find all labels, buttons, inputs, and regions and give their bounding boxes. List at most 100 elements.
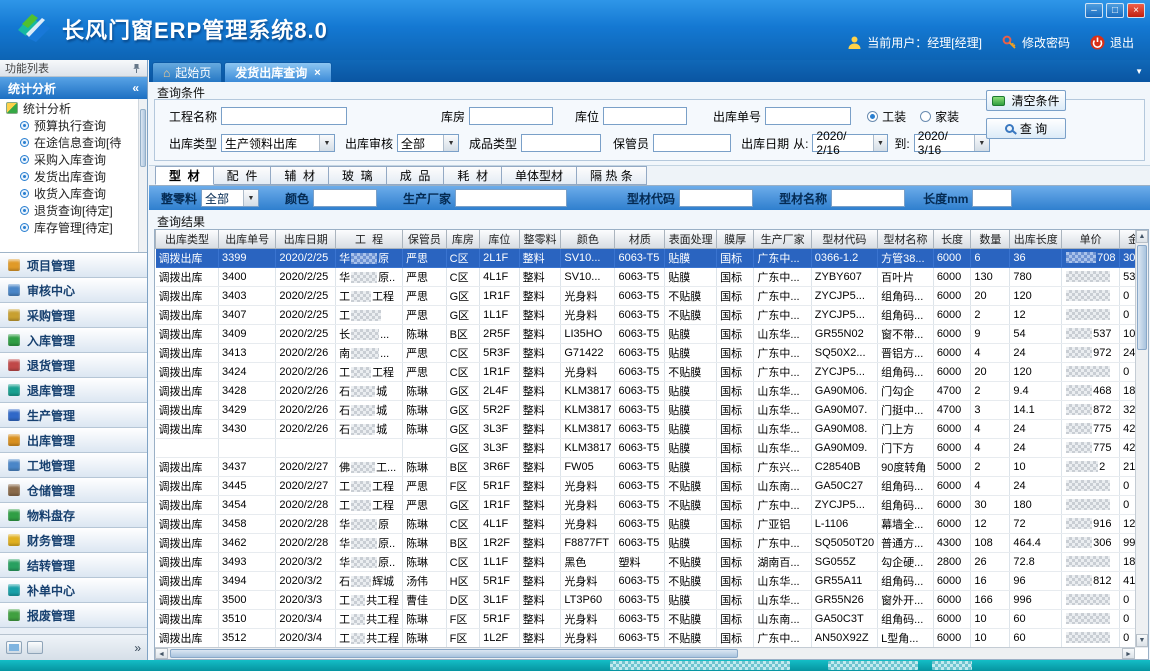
warehouse-input[interactable] xyxy=(469,107,553,125)
tree-item[interactable]: 收货入库查询 xyxy=(0,185,147,202)
sidebar-module-item[interactable]: 结转管理 xyxy=(0,553,147,578)
tree-scrollbar[interactable] xyxy=(138,99,147,252)
column-header[interactable]: 表面处理 xyxy=(665,230,717,248)
maximize-button[interactable]: □ xyxy=(1106,3,1124,18)
column-header[interactable]: 长度 xyxy=(933,230,971,248)
table-row[interactable]: 调拨出库35102020/3/4工共工程陈琳F区5R1F整料光身料6063-T5… xyxy=(156,609,1148,628)
table-row[interactable]: 调拨出库34452020/2/27工工程严思F区5R1F整料光身料6063-T5… xyxy=(156,476,1148,495)
tree-item[interactable]: 在途信息查询[待 xyxy=(0,134,147,151)
table-row[interactable]: 调拨出库34242020/2/26工工程严思C区1R1F整料光身料6063-T5… xyxy=(156,362,1148,381)
table-row[interactable]: 调拨出库34072020/2/25工严思G区1L1F整料光身料6063-T5不贴… xyxy=(156,305,1148,324)
sidebar-module-item[interactable]: 工地管理 xyxy=(0,453,147,478)
sidebar-module-item[interactable]: 出库管理 xyxy=(0,428,147,453)
column-header[interactable]: 单价 xyxy=(1062,230,1120,248)
radio-work-install[interactable]: 工装 xyxy=(867,108,906,125)
sidebar-module-item[interactable]: 财务管理 xyxy=(0,528,147,553)
table-row[interactable]: 调拨出库33992020/2/25华原严思C区2L1F整料SV10...6063… xyxy=(156,248,1148,267)
product-type-input[interactable] xyxy=(521,134,601,152)
column-header[interactable]: 材质 xyxy=(615,230,665,248)
date-to-picker[interactable]: 2020/ 3/16 ▼ xyxy=(914,134,990,152)
table-row[interactable]: 调拨出库34542020/2/28工工程严思G区1R1F整料光身料6063-T5… xyxy=(156,495,1148,514)
column-header[interactable]: 型材代码 xyxy=(811,230,877,248)
tab-start-page[interactable]: ⌂起始页 xyxy=(152,62,222,82)
sidebar-group-statistics[interactable]: 统计分析 « xyxy=(0,77,147,99)
sidebar-module-item[interactable]: 审核中心 xyxy=(0,278,147,303)
material-tab[interactable]: 隔 热 条 xyxy=(577,166,647,185)
column-header[interactable]: 膜厚 xyxy=(717,230,754,248)
length-input[interactable] xyxy=(972,189,1012,207)
table-row[interactable]: 调拨出库34282020/2/26石城陈琳G区2L4F整料KLM38176063… xyxy=(156,381,1148,400)
vertical-scrollbar-thumb[interactable] xyxy=(1137,245,1147,350)
tree-item[interactable]: 预算执行查询 xyxy=(0,117,147,134)
profile-code-input[interactable] xyxy=(679,189,753,207)
column-header[interactable]: 库位 xyxy=(480,230,520,248)
sidebar-module-item[interactable]: 入库管理 xyxy=(0,328,147,353)
horizontal-scrollbar[interactable]: ◄ ► xyxy=(155,647,1135,659)
material-tab[interactable]: 型 材 xyxy=(155,166,214,185)
outbound-type-select[interactable]: 生产领料出库 ▼ xyxy=(221,134,335,152)
sidebar-module-item[interactable]: 退货管理 xyxy=(0,353,147,378)
project-name-input[interactable] xyxy=(221,107,347,125)
column-header[interactable]: 数量 xyxy=(971,230,1010,248)
pin-icon[interactable] xyxy=(131,63,142,74)
tree-item[interactable]: 退货查询[待定] xyxy=(0,202,147,219)
column-header[interactable]: 出库长度 xyxy=(1010,230,1062,248)
grid-icon[interactable] xyxy=(27,641,43,654)
audit-select[interactable]: 全部 ▼ xyxy=(397,134,459,152)
scroll-up-icon[interactable]: ▲ xyxy=(1136,230,1148,243)
manufacturer-input[interactable] xyxy=(455,189,567,207)
table-row[interactable]: G区3L3F整料KLM38176063-T5贴膜国标山东华...GA90M09.… xyxy=(156,438,1148,457)
scroll-right-icon[interactable]: ► xyxy=(1122,648,1135,659)
more-chevrons-icon[interactable]: » xyxy=(134,641,141,655)
sidebar-module-item[interactable]: 退库管理 xyxy=(0,378,147,403)
column-header[interactable]: 型材名称 xyxy=(878,230,934,248)
whole-part-select[interactable]: 全部 ▼ xyxy=(201,189,259,207)
tree-root-statistics[interactable]: 统计分析 xyxy=(0,99,147,117)
table-row[interactable]: 调拨出库35122020/3/4工共工程陈琳F区1L2F整料光身料6063-T5… xyxy=(156,628,1148,647)
tab-shipment-outbound-query[interactable]: 发货出库查询× xyxy=(224,62,331,82)
table-row[interactable]: 调拨出库34622020/2/28华原..陈琳B区1R2F整料F8877FT60… xyxy=(156,533,1148,552)
table-row[interactable]: 调拨出库34942020/3/2石辉城汤伟H区5R1F整料光身料6063-T5不… xyxy=(156,571,1148,590)
color-input[interactable] xyxy=(313,189,377,207)
material-tab[interactable]: 单体型材 xyxy=(502,166,577,185)
search-button[interactable]: 查 询 xyxy=(986,118,1066,139)
table-row[interactable]: 调拨出库34292020/2/26石城陈琳G区5R2F整料KLM38176063… xyxy=(156,400,1148,419)
table-row[interactable]: 调拨出库34032020/2/25工工程严思G区1R1F整料光身料6063-T5… xyxy=(156,286,1148,305)
tree-item[interactable]: 采购入库查询 xyxy=(0,151,147,168)
sidebar-module-item[interactable]: 项目管理 xyxy=(0,253,147,278)
column-header[interactable]: 工 程 xyxy=(336,230,403,248)
table-row[interactable]: 调拨出库34932020/3/2华原..陈琳C区1L1F整料黑色塑料不贴膜国标湖… xyxy=(156,552,1148,571)
column-header[interactable]: 生产厂家 xyxy=(754,230,811,248)
tree-scrollbar-thumb[interactable] xyxy=(140,109,146,167)
table-row[interactable]: 调拨出库34002020/2/25华原..严思C区4L1F整料SV10...60… xyxy=(156,267,1148,286)
tree-item[interactable]: 发货出库查询 xyxy=(0,168,147,185)
material-tab[interactable]: 辅 材 xyxy=(271,166,329,185)
sidebar-module-item[interactable]: 补单中心 xyxy=(0,578,147,603)
close-button[interactable]: × xyxy=(1127,3,1145,18)
minimize-button[interactable]: – xyxy=(1085,3,1103,18)
clear-conditions-button[interactable]: 清空条件 xyxy=(986,90,1066,111)
column-header[interactable]: 出库单号 xyxy=(219,230,276,248)
column-header[interactable]: 颜色 xyxy=(561,230,615,248)
column-header[interactable]: 出库日期 xyxy=(276,230,336,248)
sidebar-module-item[interactable]: 报废管理 xyxy=(0,603,147,628)
column-header[interactable]: 保管员 xyxy=(403,230,447,248)
scroll-left-icon[interactable]: ◄ xyxy=(155,648,168,659)
sidebar-module-item[interactable]: 生产管理 xyxy=(0,403,147,428)
table-row[interactable]: 调拨出库34132020/2/26南...严思C区5R3F整料G71422606… xyxy=(156,343,1148,362)
date-from-picker[interactable]: 2020/ 2/16 ▼ xyxy=(812,134,888,152)
collapse-icon[interactable]: « xyxy=(132,81,139,95)
material-tab[interactable]: 耗 材 xyxy=(444,166,502,185)
tab-close-icon[interactable]: × xyxy=(314,67,320,79)
order-no-input[interactable] xyxy=(765,107,851,125)
computer-icon[interactable] xyxy=(6,641,22,654)
column-header[interactable]: 整零料 xyxy=(519,230,561,248)
scroll-down-icon[interactable]: ▼ xyxy=(1136,634,1148,647)
column-header[interactable]: 出库类型 xyxy=(156,230,219,248)
location-input[interactable] xyxy=(603,107,687,125)
radio-home-install[interactable]: 家装 xyxy=(920,108,959,125)
material-tab[interactable]: 配 件 xyxy=(214,166,272,185)
table-row[interactable]: 调拨出库34092020/2/25长...陈琳B区2R5F整料LI35HO606… xyxy=(156,324,1148,343)
sidebar-module-item[interactable]: 采购管理 xyxy=(0,303,147,328)
sidebar-module-item[interactable]: 仓储管理 xyxy=(0,478,147,503)
